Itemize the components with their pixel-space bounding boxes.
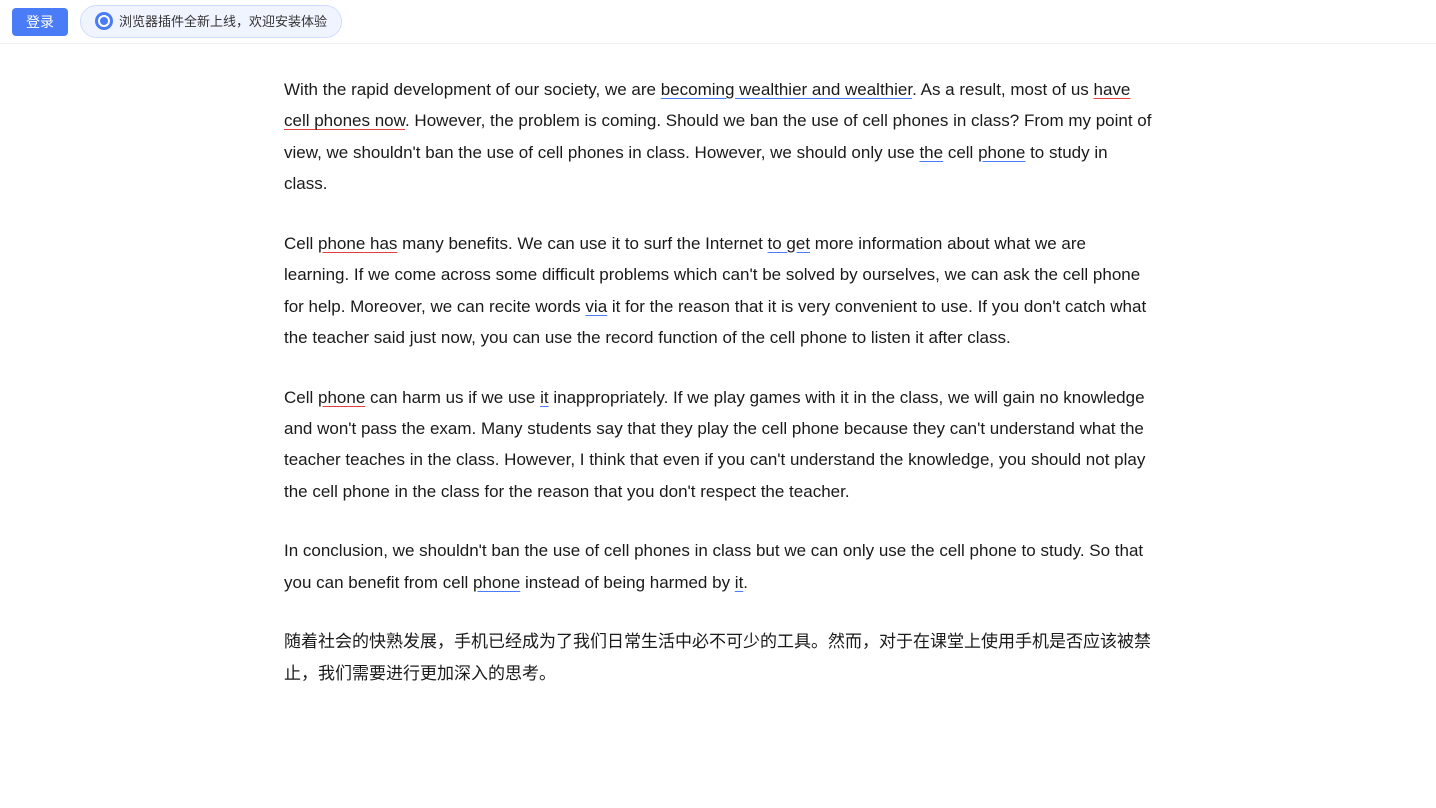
- top-bar: 登录 浏览器插件全新上线，欢迎安装体验: [0, 0, 1436, 44]
- plugin-icon: [95, 12, 113, 30]
- browser-plugin-banner[interactable]: 浏览器插件全新上线，欢迎安装体验: [80, 5, 342, 38]
- p1-highlight-phone: phone: [978, 143, 1025, 162]
- paragraph-3: Cell phone can harm us if we use it inap…: [284, 382, 1152, 508]
- p2-text-start: Cell: [284, 234, 318, 253]
- p1-text-start: With the rapid development of our societ…: [284, 80, 661, 99]
- p5-chinese-text: 随着社会的快熟发展，手机已经成为了我们日常生活中必不可少的工具。然而，对于在课堂…: [284, 632, 1151, 683]
- paragraph-1: With the rapid development of our societ…: [284, 74, 1152, 200]
- p4-highlight-phone: phone: [473, 573, 520, 592]
- p3-text-mid1: can harm us if we use: [365, 388, 540, 407]
- p2-highlight-phonehas: phone has: [318, 234, 397, 253]
- login-button[interactable]: 登录: [12, 8, 68, 36]
- main-content: With the rapid development of our societ…: [0, 44, 1436, 759]
- p2-highlight-via: via: [585, 297, 607, 316]
- p2-text-mid1: many benefits. We can use it to surf the…: [397, 234, 767, 253]
- p1-text-mid3: cell: [943, 143, 978, 162]
- p1-highlight-the: the: [919, 143, 943, 162]
- p1-text-mid1: . As a result, most of us: [912, 80, 1093, 99]
- paragraph-2: Cell phone has many benefits. We can use…: [284, 228, 1152, 354]
- p3-highlight-it: it: [540, 388, 549, 407]
- p4-text-end: instead of being harmed by: [520, 573, 735, 592]
- p2-highlight-toget: to get: [768, 234, 811, 253]
- p3-highlight-phone: phone: [318, 388, 365, 407]
- p4-period: .: [743, 573, 748, 592]
- p3-text-start: Cell: [284, 388, 318, 407]
- p1-highlight-becoming: becoming wealthier and wealthier: [661, 80, 912, 99]
- article-body: With the rapid development of our societ…: [284, 74, 1152, 691]
- paragraph-4: In conclusion, we shouldn't ban the use …: [284, 535, 1152, 598]
- paragraph-5-chinese: 随着社会的快熟发展，手机已经成为了我们日常生活中必不可少的工具。然而，对于在课堂…: [284, 626, 1152, 691]
- banner-text: 浏览器插件全新上线，欢迎安装体验: [119, 10, 327, 33]
